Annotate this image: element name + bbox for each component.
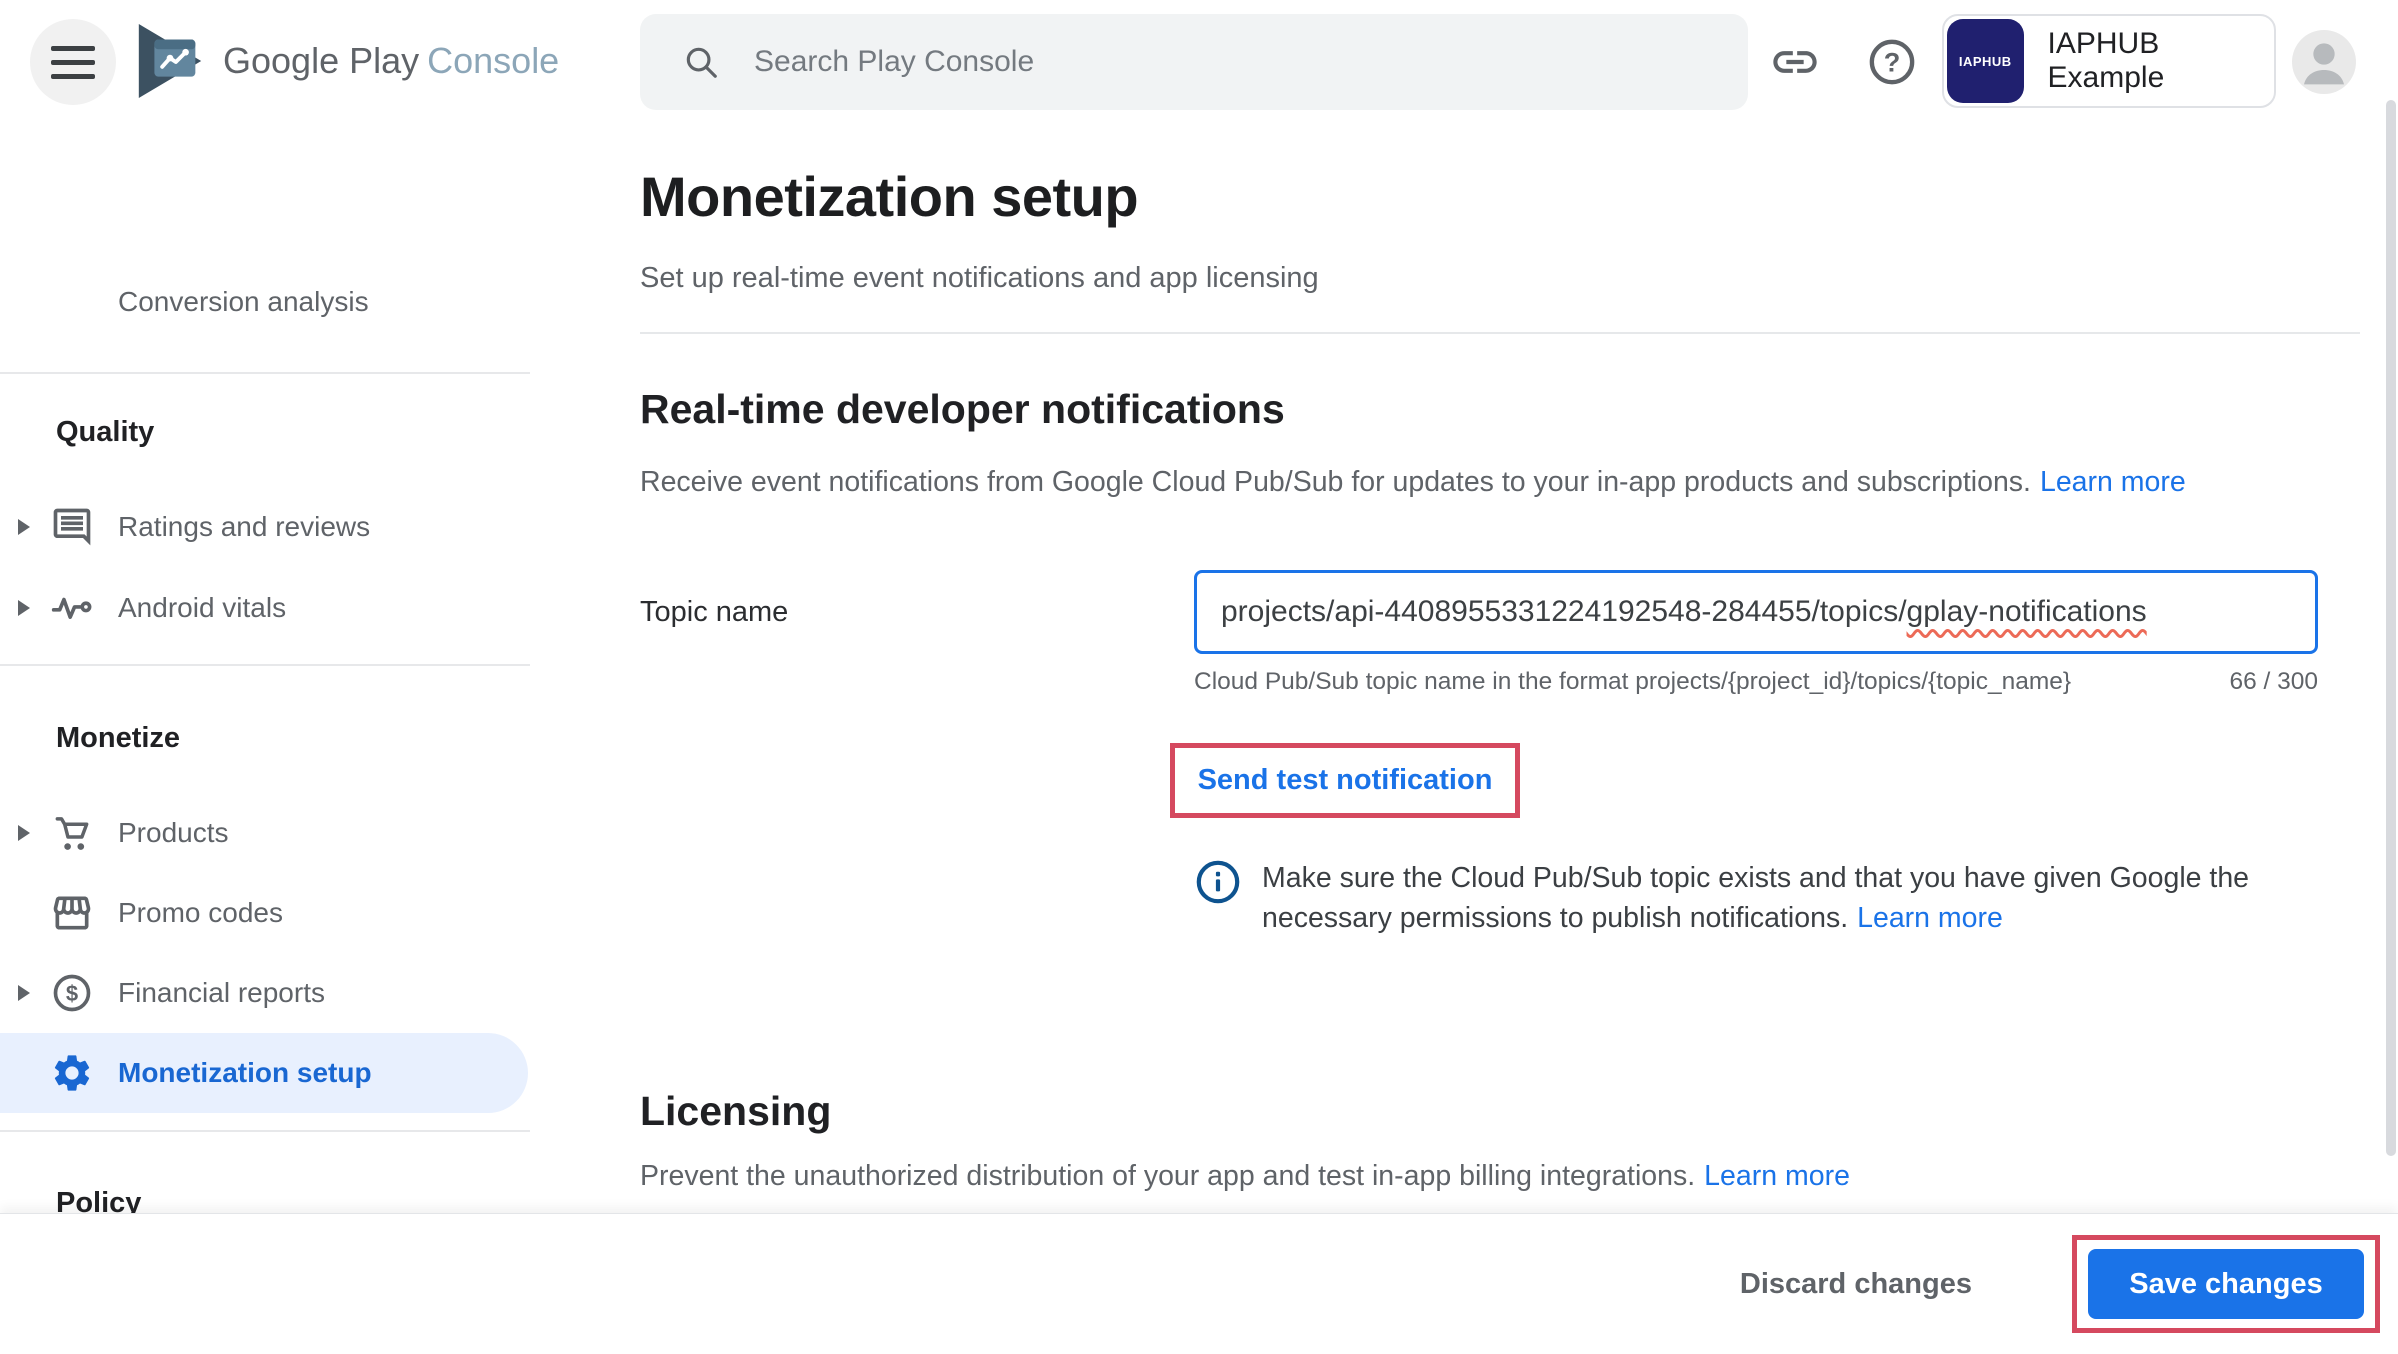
google-play-console-app: Google PlayConsole ? IAPHUB IAPHUB Examp… (0, 0, 2398, 1354)
topic-name-input[interactable]: projects/api-4408955331224192548-284455/… (1194, 570, 2318, 654)
app-name: IAPHUB Example (2048, 27, 2274, 95)
search-input[interactable] (754, 45, 1654, 79)
char-counter: 66 / 300 (2229, 668, 2318, 696)
spellcheck-flagged-text: gplay-notifications (1907, 595, 2147, 629)
sidebar-item-ratings-and-reviews[interactable]: Ratings and reviews (0, 487, 530, 567)
app-switcher-chip[interactable]: IAPHUB IAPHUB Example (1942, 14, 2276, 108)
expand-arrow-icon[interactable] (18, 600, 30, 616)
reviews-icon (50, 505, 94, 549)
logo-text: Google PlayConsole (223, 40, 559, 82)
page-subtitle: Set up real-time event notifications and… (640, 262, 1319, 295)
section-divider (640, 332, 2360, 334)
discard-changes-button[interactable]: Discard changes (1740, 1268, 1972, 1301)
vitals-icon (50, 586, 94, 630)
sidebar-item-financial-reports[interactable]: $ Financial reports (0, 953, 530, 1033)
person-icon (2292, 30, 2356, 94)
sidebar-divider (0, 372, 530, 374)
sidebar-section-monetize: Monetize (56, 698, 516, 778)
info-learn-more-link[interactable]: Learn more (1857, 902, 2003, 934)
expand-arrow-icon[interactable] (18, 825, 30, 841)
info-note: Make sure the Cloud Pub/Sub topic exists… (1194, 858, 2277, 938)
sidebar-item-conversion-analysis[interactable]: Conversion analysis (0, 262, 530, 342)
licensing-description: Prevent the unauthorized distribution of… (640, 1160, 1850, 1193)
send-test-notification-button[interactable]: Send test notification (1198, 764, 1493, 797)
annotation-box-save: Save changes (2072, 1235, 2380, 1333)
sidebar-divider (0, 1130, 530, 1132)
info-icon (1194, 858, 1242, 906)
sidebar-item-products[interactable]: Products (0, 793, 530, 873)
rtdn-learn-more-link[interactable]: Learn more (2040, 466, 2186, 498)
licensing-heading: Licensing (640, 1088, 831, 1135)
search-bar (640, 14, 1748, 110)
svg-text:?: ? (1884, 46, 1901, 77)
menu-icon[interactable] (30, 19, 116, 105)
dollar-icon: $ (50, 971, 94, 1015)
topic-helper-text: Cloud Pub/Sub topic name in the format p… (1194, 668, 2071, 696)
top-bar: Google PlayConsole ? IAPHUB IAPHUB Examp… (0, 0, 2398, 125)
sidebar-divider (0, 664, 530, 666)
save-bar: Discard changes Save changes (0, 1213, 2398, 1354)
licensing-learn-more-link[interactable]: Learn more (1704, 1160, 1850, 1192)
rtdn-heading: Real-time developer notifications (640, 386, 1285, 433)
help-icon[interactable]: ? (1866, 36, 1918, 88)
search-icon (682, 43, 720, 81)
sidebar-item-android-vitals[interactable]: Android vitals (0, 568, 530, 648)
account-avatar[interactable] (2292, 30, 2356, 94)
sidebar-item-promo-codes[interactable]: Promo codes (0, 873, 530, 953)
annotation-box-send-test: Send test notification (1170, 743, 1520, 818)
cart-icon (50, 811, 94, 855)
link-icon[interactable] (1769, 36, 1821, 88)
expand-arrow-icon[interactable] (18, 985, 30, 1001)
page-title: Monetization setup (640, 164, 1138, 229)
app-icon: IAPHUB (1947, 19, 2024, 103)
info-note-text: Make sure the Cloud Pub/Sub topic exists… (1262, 858, 2277, 938)
play-triangle-icon (131, 20, 209, 102)
storefront-icon (50, 891, 94, 935)
save-changes-button[interactable]: Save changes (2088, 1249, 2364, 1319)
vertical-scrollbar[interactable] (2386, 100, 2396, 1156)
gear-icon (50, 1051, 94, 1095)
topic-name-label: Topic name (640, 596, 788, 629)
sidebar-section-quality: Quality (56, 392, 516, 472)
expand-arrow-icon[interactable] (18, 519, 30, 535)
sidebar-item-monetization-setup[interactable]: Monetization setup (0, 1033, 528, 1113)
svg-text:$: $ (66, 981, 78, 1006)
sidebar: Conversion analysis Quality Ratings and … (0, 125, 530, 1213)
play-console-logo[interactable]: Google PlayConsole (131, 20, 559, 102)
rtdn-description: Receive event notifications from Google … (640, 466, 2186, 499)
topic-helper-row: Cloud Pub/Sub topic name in the format p… (1194, 668, 2318, 696)
